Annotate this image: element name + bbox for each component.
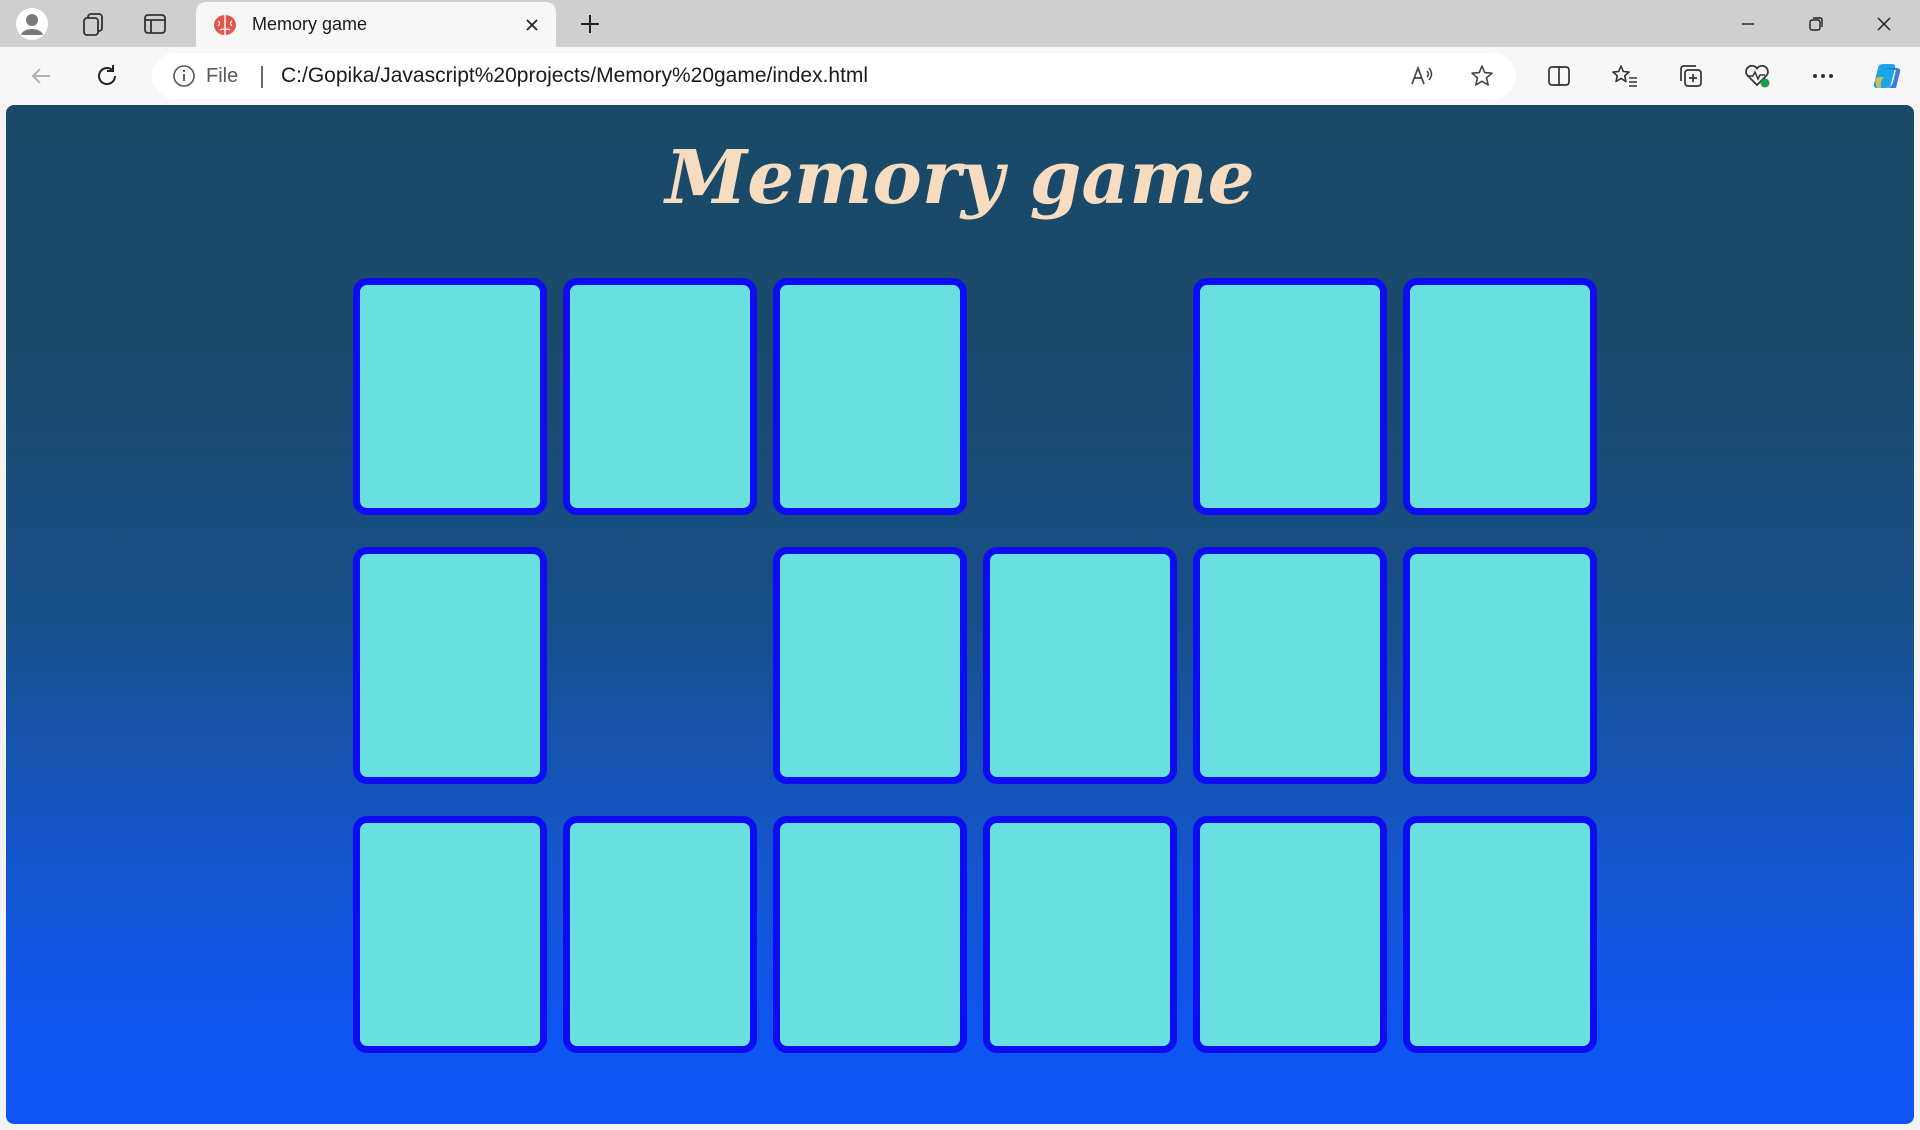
- split-screen-icon: [1548, 66, 1570, 86]
- back-button[interactable]: [20, 56, 62, 96]
- memory-card[interactable]: [773, 278, 967, 515]
- minimize-button[interactable]: [1714, 0, 1782, 47]
- brain-icon: [214, 14, 236, 35]
- memory-card[interactable]: [1193, 547, 1387, 784]
- plus-icon: [581, 15, 599, 33]
- memory-card[interactable]: [353, 547, 547, 784]
- memory-card[interactable]: [773, 547, 967, 784]
- copilot-button[interactable]: [1866, 56, 1908, 96]
- memory-card[interactable]: [773, 816, 967, 1053]
- tab-memory-game[interactable]: Memory game: [196, 2, 556, 47]
- page-title: Memory game: [665, 135, 1255, 221]
- read-aloud-button[interactable]: [1402, 57, 1442, 95]
- read-aloud-icon: [1411, 65, 1433, 85]
- heart-pulse-icon: [1745, 64, 1770, 88]
- browser-toolbar: File C:/Gopika/Javascript%20projects/Mem…: [0, 47, 1920, 105]
- page-viewport: Memory game: [6, 105, 1914, 1124]
- minimize-icon: [1742, 22, 1754, 25]
- back-arrow-icon: [31, 68, 50, 84]
- memory-card[interactable]: [983, 547, 1177, 784]
- memory-card[interactable]: [563, 278, 757, 515]
- memory-card[interactable]: [983, 816, 1177, 1053]
- memory-card[interactable]: [353, 278, 547, 515]
- favorites-icon: [1612, 65, 1637, 87]
- new-tab-button[interactable]: [570, 6, 610, 42]
- memory-card[interactable]: [563, 816, 757, 1053]
- memory-card[interactable]: [1403, 547, 1597, 784]
- star-icon: [1471, 65, 1493, 86]
- refresh-button[interactable]: [86, 56, 128, 96]
- workspaces-button[interactable]: [73, 6, 113, 42]
- collections-icon: [1680, 65, 1702, 87]
- tab-strip: Memory game: [0, 0, 1920, 47]
- memory-card[interactable]: [1403, 278, 1597, 515]
- site-label: File: [206, 64, 239, 87]
- workspaces-icon: [83, 13, 103, 36]
- restore-button[interactable]: [1782, 0, 1850, 47]
- url-text[interactable]: C:/Gopika/Javascript%20projects/Memory%2…: [281, 53, 868, 99]
- address-bar[interactable]: File C:/Gopika/Javascript%20projects/Mem…: [152, 53, 1516, 99]
- address-divider: [261, 66, 263, 88]
- browser-essentials-button[interactable]: [1736, 56, 1778, 96]
- site-info-button[interactable]: File: [172, 53, 238, 99]
- favorites-button[interactable]: [1604, 56, 1646, 96]
- collections-button[interactable]: [1670, 56, 1712, 96]
- memory-card[interactable]: [1403, 816, 1597, 1053]
- close-icon: [526, 18, 538, 31]
- info-icon: [173, 65, 195, 87]
- tab-actions-icon: [144, 14, 166, 34]
- settings-and-more-button[interactable]: [1802, 56, 1844, 96]
- memory-card[interactable]: [1193, 278, 1387, 515]
- split-screen-button[interactable]: [1538, 56, 1580, 96]
- memory-card[interactable]: [1193, 816, 1387, 1053]
- memory-card[interactable]: [353, 816, 547, 1053]
- close-window-button[interactable]: [1850, 0, 1918, 47]
- tab-title: Memory game: [252, 14, 368, 34]
- close-icon: [1877, 16, 1891, 31]
- restore-icon: [1809, 16, 1823, 31]
- profile-button[interactable]: [12, 6, 52, 42]
- favorite-button[interactable]: [1462, 57, 1502, 95]
- profile-icon: [16, 8, 48, 40]
- vertical-tabs-button[interactable]: [135, 6, 175, 42]
- copilot-icon: [1873, 64, 1901, 88]
- card-grid: [353, 278, 1603, 1053]
- more-options-icon: [1813, 74, 1833, 78]
- tab-close-button[interactable]: [518, 11, 546, 39]
- refresh-icon: [98, 65, 117, 85]
